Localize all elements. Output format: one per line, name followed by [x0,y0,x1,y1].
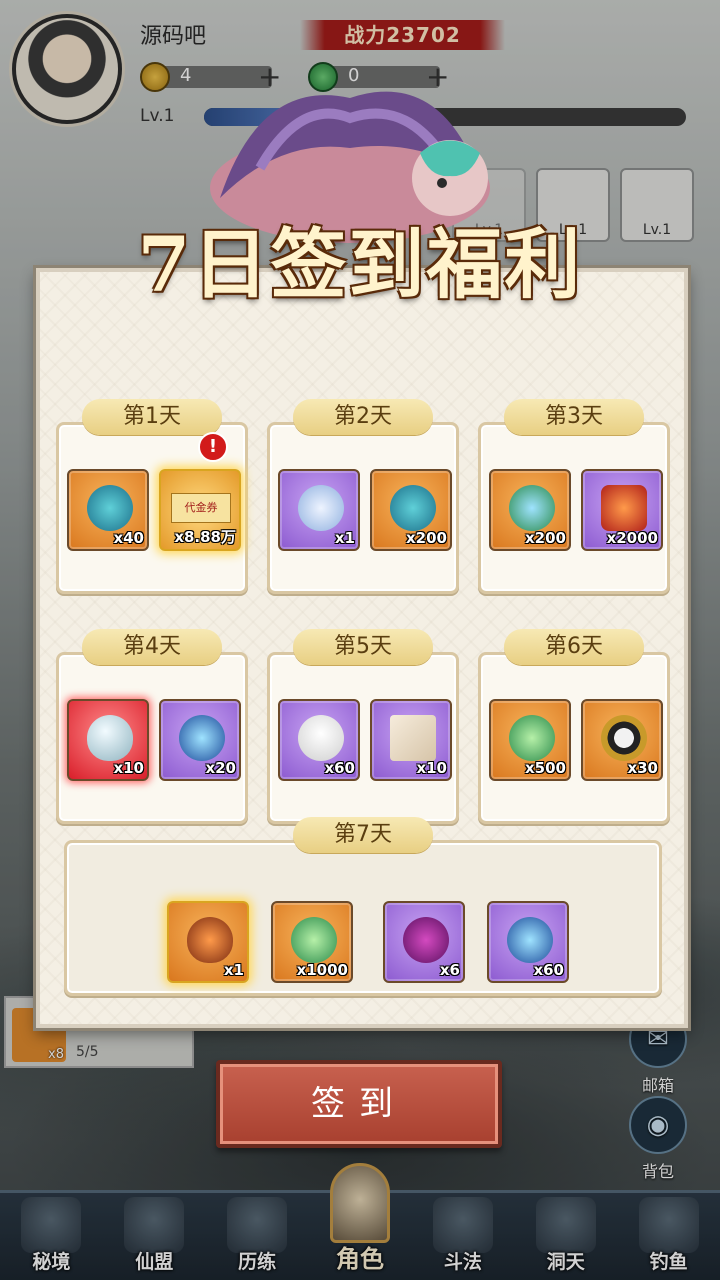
reward-item[interactable]: x2000 [581,469,663,551]
reward-item[interactable]: 代金券 x8.88万 [159,469,241,551]
pouch-icon [403,917,449,963]
teapot-icon [87,485,133,531]
fire-crystal-icon [601,485,647,531]
water-orb-icon [507,917,553,963]
day-card-4: 第4天 x10 x20 [56,629,248,824]
reward-item[interactable]: x200 [370,469,452,551]
jade-swirl-icon [509,715,555,761]
day-card-3: 第3天 x200 x2000 [478,399,670,594]
reward-item[interactable]: x60 [278,699,360,781]
claim-alert-badge: ! [198,432,228,462]
sign-in-button[interactable]: 签到 [216,1060,502,1148]
reward-item[interactable]: x200 [489,469,571,551]
voucher-icon: 代金券 [171,493,231,523]
day-label: 第5天 [293,629,433,665]
reward-item[interactable]: x1 [278,469,360,551]
seven-day-signin-panel: 第1天 x40 代金券 x8.88万 第2天 x1 x200 第3天 x200 … [36,268,688,1028]
reward-item[interactable]: x1000 [271,901,353,983]
reward-item[interactable]: x6 [383,901,465,983]
day-label: 第6天 [504,629,644,665]
reward-item[interactable]: x500 [489,699,571,781]
spirit-egg-icon [87,715,133,761]
water-orb-icon [179,715,225,761]
reward-item[interactable]: x10 [370,699,452,781]
day-card-6: 第6天 x500 x30 [478,629,670,824]
reward-item[interactable]: x20 [159,699,241,781]
day-label: 第2天 [293,399,433,435]
popup-title: 7日签到福利 [137,220,583,309]
day-card-2: 第2天 x1 x200 [267,399,459,594]
day-label: 第3天 [504,399,644,435]
day-card-5: 第5天 x60 x10 [267,629,459,824]
day-label: 第1天 [82,399,222,435]
day-card-7: 第7天 x1 x1000 x6 x60 [64,817,662,996]
day-label: 第7天 [293,817,433,853]
yin-yang-icon [601,715,647,761]
jade-swirl-icon [291,917,337,963]
day-label: 第4天 [82,629,222,665]
spirit-orb-icon [509,485,555,531]
reward-item[interactable]: x1 [167,901,249,983]
teapot-icon [390,485,436,531]
reward-item[interactable]: x10 [67,699,149,781]
reward-item[interactable]: x60 [487,901,569,983]
steamed-bun-icon [298,715,344,761]
spirit-beast-icon [298,485,344,531]
reward-item[interactable]: x30 [581,699,663,781]
reward-item[interactable]: x40 [67,469,149,551]
dragon-egg-icon [187,917,233,963]
scroll-icon [390,715,436,761]
